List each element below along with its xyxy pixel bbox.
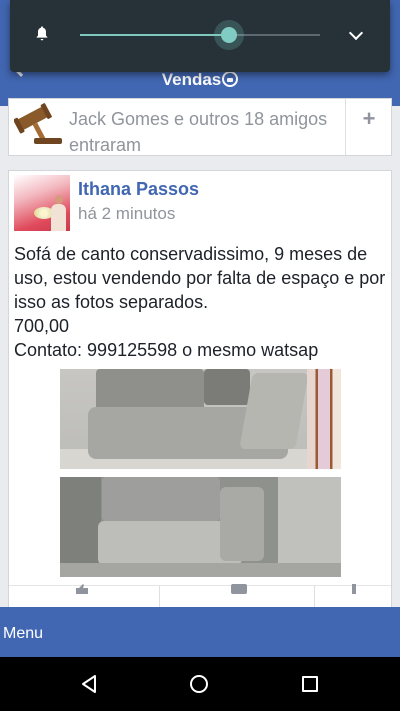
- android-nav-bar: [0, 657, 400, 711]
- shelf: [307, 369, 341, 469]
- menu-label[interactable]: Menu: [3, 625, 43, 643]
- sofa-arm: [220, 487, 264, 561]
- photo-floor: [60, 563, 341, 577]
- post-body: Sofá de canto conservadissimo, 9 meses d…: [14, 244, 386, 360]
- avatar-head: [55, 195, 63, 204]
- chevron-down-icon[interactable]: [348, 25, 364, 41]
- menu-bar[interactable]: Menu: [0, 607, 400, 657]
- avatar[interactable]: [14, 175, 70, 231]
- add-member-button[interactable]: +: [346, 99, 392, 139]
- avatar-body: [51, 204, 66, 231]
- nav-recent-icon[interactable]: [302, 676, 318, 692]
- nav-back-icon[interactable]: [80, 675, 98, 693]
- volume-slider-thumb[interactable]: [220, 27, 237, 43]
- page-title: Vendas: [0, 70, 400, 90]
- post-photo[interactable]: [60, 477, 341, 577]
- photo-wall: [278, 477, 341, 577]
- like-icon: [76, 584, 88, 594]
- post-photo[interactable]: [60, 369, 341, 469]
- volume-slider[interactable]: [80, 27, 320, 43]
- share-icon: [352, 584, 356, 594]
- gavel-icon: [14, 103, 62, 144]
- nav-home-icon[interactable]: [190, 675, 208, 693]
- volume-slider-fill: [80, 34, 229, 36]
- post-timestamp[interactable]: há 2 minutos: [78, 204, 175, 224]
- post-card: Ithana Passos há 2 minutos Sofá de canto…: [8, 170, 392, 620]
- post-author[interactable]: Ithana Passos: [78, 179, 199, 200]
- volume-panel: [10, 0, 390, 72]
- comment-icon: [231, 584, 247, 594]
- sofa-backrest: [96, 369, 204, 411]
- sofa-backrest: [102, 477, 220, 521]
- bell-icon[interactable]: [34, 25, 50, 41]
- sofa-arm: [239, 373, 309, 449]
- group-name: Vendas: [161, 70, 222, 89]
- join-notice-text: Jack Gomes e outros 18 amigos entraram: [69, 109, 328, 155]
- photo-wall: [60, 477, 101, 577]
- member-join-card: Jack Gomes e outros 18 amigos entraram +: [8, 98, 392, 156]
- lock-icon: [222, 71, 239, 87]
- sofa-backrest: [204, 369, 250, 405]
